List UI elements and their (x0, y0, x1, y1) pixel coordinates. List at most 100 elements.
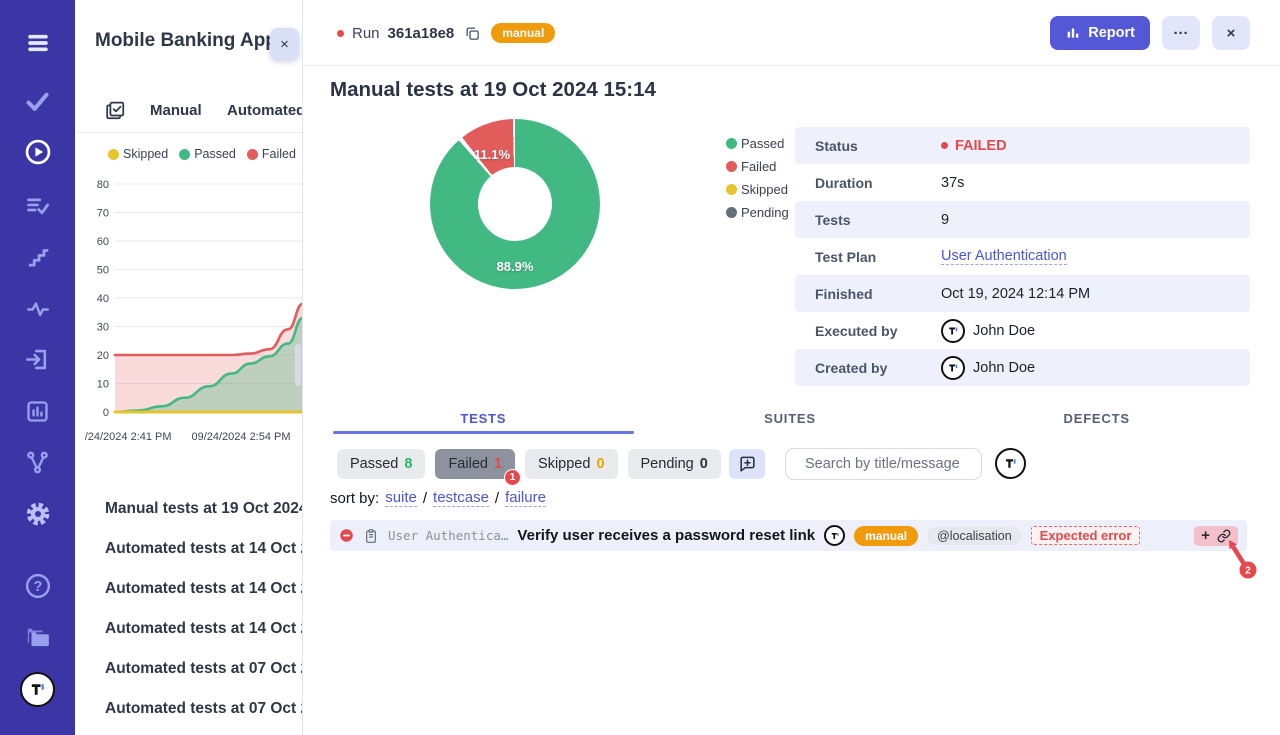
legend-dot (108, 149, 119, 160)
legend-dot (179, 149, 190, 160)
run-list-item[interactable]: Manual tests at 19 Oct 2024 (75, 489, 303, 529)
tab-suites[interactable]: SUITES (637, 403, 944, 434)
legend-item: Passed (179, 147, 236, 161)
status-badge: FAILED (941, 138, 1007, 154)
project-panel: Mobile Banking App × Manual Automated Sk… (75, 0, 303, 735)
svg-text:30: 30 (97, 322, 109, 334)
copy-run-id-button[interactable] (462, 25, 483, 42)
user-avatar (941, 356, 965, 380)
svg-text:70: 70 (97, 208, 109, 220)
run-label: Automated tests at 07 Oct 2024 (105, 700, 303, 718)
run-word: Run (352, 25, 380, 42)
import-icon[interactable] (0, 346, 75, 373)
settings-gear-icon[interactable] (0, 500, 75, 528)
panel-scrollbar[interactable] (295, 344, 301, 386)
run-list: Manual tests at 19 Oct 2024 Automated te… (75, 489, 303, 729)
steps-icon[interactable] (0, 244, 75, 270)
sort-row: sort by: suite / testcase / failure (330, 489, 546, 507)
comment-plus-icon (738, 455, 757, 474)
filter-skipped[interactable]: Skipped0 (525, 449, 617, 479)
legend-item: Pending (726, 205, 789, 220)
add-comment-button[interactable] (729, 449, 765, 479)
test-title: Verify user receives a password reset li… (517, 527, 815, 544)
tab-defects[interactable]: DEFECTS (943, 403, 1250, 434)
svg-text:20: 20 (97, 350, 109, 362)
user-avatar (941, 319, 965, 343)
legend-item: Failed (247, 147, 296, 161)
run-label: Manual tests at 19 Oct 2024 (105, 500, 303, 518)
svg-text:50: 50 (97, 265, 109, 277)
svg-text:80: 80 (97, 179, 109, 191)
legend-item: Skipped (726, 182, 789, 197)
info-row-created-by: Created by John Doe (795, 349, 1250, 386)
suite-name: User Authentica… (388, 528, 508, 543)
more-button[interactable]: ··· (1162, 16, 1200, 50)
select-runs-icon[interactable] (104, 99, 126, 126)
annotation-arrow: 2 (1204, 531, 1274, 586)
test-result-row[interactable]: User Authentica… Verify user receives a … (330, 520, 1247, 551)
donut-hole (478, 167, 552, 241)
svg-text:60: 60 (97, 236, 109, 248)
history-legend: Skipped Passed Failed (108, 147, 296, 161)
expected-error-pill: Expected error (1031, 526, 1141, 545)
test-assignee-avatar (824, 525, 845, 546)
sort-by-testcase[interactable]: testcase (433, 489, 489, 507)
legend-item: Failed (726, 159, 789, 174)
play-icon[interactable] (0, 138, 75, 166)
branch-icon[interactable] (0, 449, 75, 476)
app-logo[interactable] (0, 672, 75, 707)
legend-dot (726, 184, 737, 195)
filter-passed[interactable]: Passed8 (337, 449, 425, 479)
run-list-item[interactable]: Automated tests at 07 Oct 2024 (75, 649, 303, 689)
sort-by-failure[interactable]: failure (505, 489, 546, 507)
menu-icon[interactable] (0, 30, 75, 56)
legend-dot (247, 149, 258, 160)
assignee-avatar-filter[interactable] (995, 448, 1026, 479)
tab-manual[interactable]: Manual (150, 102, 202, 119)
svg-text:0: 0 (103, 407, 109, 419)
report-button[interactable]: Report (1050, 16, 1150, 50)
filter-failed-badge: 1 (504, 469, 521, 486)
list-check-icon[interactable] (0, 192, 75, 219)
activity-icon[interactable] (0, 296, 75, 322)
run-list-item[interactable]: Automated tests at 07 Oct 2024 (75, 689, 303, 729)
info-row-status: Status FAILED (795, 127, 1250, 164)
page-title: Manual tests at 19 Oct 2024 15:14 (330, 78, 656, 102)
tab-automated[interactable]: Automated (227, 102, 303, 119)
svg-text:09/24/2024 2:54 PM: 09/24/2024 2:54 PM (191, 431, 290, 443)
run-label: Automated tests at 07 Oct 2024 (105, 660, 303, 678)
run-detail-main: Run 361a18e8 manual Report ··· × Manual … (304, 0, 1280, 735)
info-row-tests: Tests 9 (795, 201, 1250, 238)
tab-tests[interactable]: TESTS (330, 403, 637, 434)
run-list-item[interactable]: Automated tests at 14 Oct 2024 (75, 529, 303, 569)
projects-folder-icon[interactable] (0, 622, 75, 651)
run-list-item[interactable]: Automated tests at 14 Oct 2024 (75, 569, 303, 609)
legend-item: Skipped (108, 147, 168, 161)
help-icon[interactable]: ? (0, 572, 75, 600)
run-status-dot (337, 30, 344, 37)
legend-dot (726, 207, 737, 218)
svg-text:40: 40 (97, 293, 109, 305)
report-chart-icon[interactable] (0, 398, 75, 425)
run-list-item[interactable]: Automated tests at 14 Oct 2024 (75, 609, 303, 649)
status-filters: Passed8 Failed1 1 Skipped0 Pending0 (337, 449, 721, 479)
close-run-button[interactable]: × (1212, 16, 1250, 50)
sort-by-suite[interactable]: suite (385, 489, 417, 507)
test-plan-link[interactable]: User Authentication (941, 248, 1067, 265)
bar-chart-icon (1065, 25, 1081, 41)
filter-pending[interactable]: Pending0 (628, 449, 721, 479)
search-input[interactable] (805, 456, 992, 472)
info-row-finished: Finished Oct 19, 2024 12:14 PM (795, 275, 1250, 312)
info-row-test-plan: Test Plan User Authentication (795, 238, 1250, 275)
run-label: Automated tests at 14 Oct 2024 (105, 540, 303, 558)
panel-close-button[interactable]: × (270, 28, 299, 60)
legend-item: Passed (726, 136, 789, 151)
search-box (785, 448, 982, 480)
test-tag: @localisation (927, 527, 1022, 545)
filter-failed[interactable]: Failed1 1 (435, 449, 515, 479)
donut-legend: Passed Failed Skipped Pending (726, 136, 789, 220)
run-label: Automated tests at 14 Oct 2024 (105, 620, 303, 638)
svg-text:10: 10 (97, 379, 109, 391)
check-icon[interactable] (0, 88, 75, 115)
failed-test-icon (339, 528, 354, 543)
